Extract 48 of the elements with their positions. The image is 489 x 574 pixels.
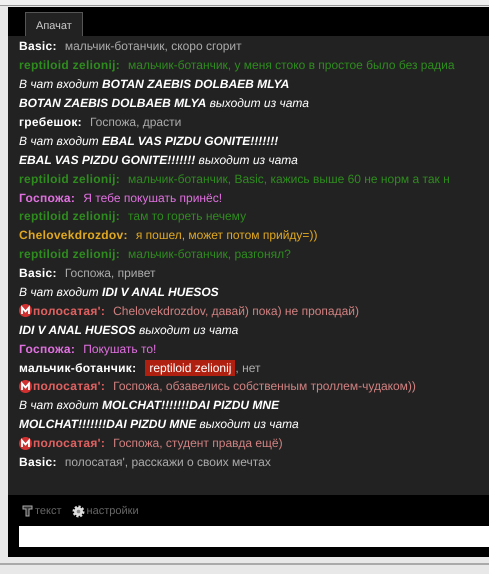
message-author: reptiloid zelionij:	[19, 246, 120, 264]
settings-button[interactable]: настройки	[72, 502, 139, 520]
message-text: Chelovekdrozdov, давай) пока) не пропадай)	[113, 302, 359, 320]
mention-tag: reptiloid zelionij	[145, 360, 236, 376]
letter-t-icon	[22, 505, 33, 517]
message-text: мальчик-ботанчик, разгонял?	[128, 246, 291, 264]
chat-tab[interactable]: Апачат	[25, 12, 83, 36]
message-author: мальчик-ботанчик:	[19, 360, 136, 377]
leave-notice: BOTAN ZAEBIS DOLBAEB MLYA выходит из чата	[19, 95, 309, 112]
message-author: Basic:	[19, 454, 57, 472]
join-notice: В чат входит IDI V ANAL HUESOS	[19, 284, 219, 302]
message-text: я пошел, может потом прийду=))	[136, 227, 318, 244]
message-author: полосатая':	[33, 435, 106, 452]
message-author: Basic:	[19, 265, 57, 282]
moderator-badge-icon	[19, 304, 32, 318]
message-input[interactable]	[19, 526, 489, 547]
leave-notice: MOLCHAT!!!!!!!DAI PIZDU MNE выходит из чата	[19, 416, 299, 434]
join-notice: В чат входит EBAL VAS PIZDU GONITE!!!!!!!	[19, 132, 278, 150]
message-author: Chelovekdrozdov:	[19, 227, 128, 244]
message-text: Госпожа, драсти	[90, 114, 182, 131]
message-text: мальчик-ботанчик, скоро сгорит	[64, 38, 242, 56]
message-text: Госпожа, привет	[64, 265, 156, 282]
message-text: полосатая', расскажи о своих мечтах	[64, 454, 271, 472]
leave-notice: EBAL VAS PIZDU GONITE!!!!!!! выходит из чата	[19, 152, 298, 169]
message-text: , нет	[235, 360, 260, 377]
gear-icon	[72, 504, 85, 518]
moderator-badge-icon	[19, 436, 32, 450]
message-author: Basic:	[19, 38, 57, 56]
message-author: полосатая':	[33, 378, 106, 396]
message-author: reptiloid zelionij:	[19, 57, 120, 74]
leave-notice: IDI V ANAL HUESOS выходит из чата	[19, 322, 238, 339]
message-author: reptiloid zelionij:	[19, 208, 120, 226]
message-text: Госпожа, студент правда ещё)	[113, 435, 283, 452]
message-text: Госпожа, обзавелись собственным троллем-чудаком))	[113, 378, 416, 396]
message-text: мальчик-ботанчик, Basic, кажись выше 60 не норм а так н	[128, 170, 450, 188]
message-author: гребешок:	[19, 114, 82, 131]
message-text: мальчик-ботанчик, у меня стоко в простое было без радиа	[128, 57, 455, 74]
text-button[interactable]: текст	[22, 502, 62, 520]
message-author: Госпожа:	[19, 190, 76, 207]
join-notice: В чат входит MOLCHAT!!!!!!!DAI PIZDU MNE	[19, 397, 280, 414]
join-notice: В чат входит BOTAN ZAEBIS DOLBAEB MLYA	[19, 76, 290, 94]
message-text: Я тебе покушать принёс!	[83, 190, 222, 207]
message-text: Покушать то!	[83, 340, 156, 358]
message-text: там то гореть нечему	[128, 208, 246, 226]
moderator-badge-icon	[19, 380, 32, 393]
message-author: Госпожа:	[19, 340, 76, 358]
message-author: reptiloid zelionij:	[19, 170, 120, 188]
message-author: полосатая':	[33, 302, 106, 320]
